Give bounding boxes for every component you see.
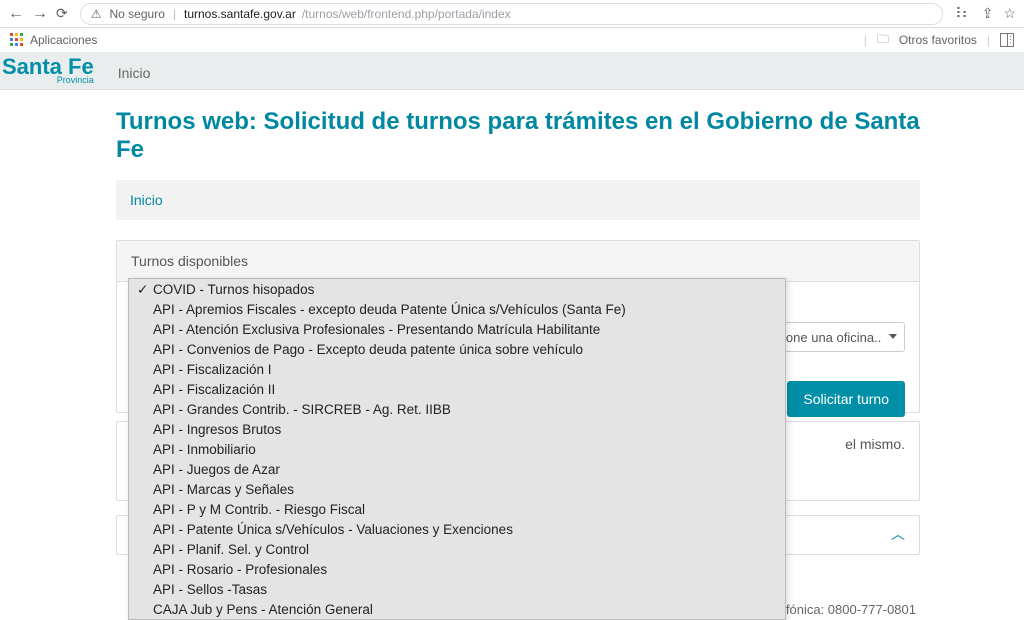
share-icon[interactable]: ⇪ — [982, 5, 994, 22]
apps-label[interactable]: Aplicaciones — [30, 33, 97, 47]
site-logo[interactable]: Santa Fe Provincia — [2, 56, 94, 87]
bookmark-divider-2: | — [987, 33, 990, 47]
address-bar[interactable]: ⚠ No seguro | turnos.santafe.gov.ar/turn… — [80, 3, 943, 25]
dropdown-option[interactable]: API - Ingresos Brutos — [129, 419, 785, 439]
dropdown-option[interactable]: API - Rosario - Profesionales — [129, 559, 785, 579]
url-path: /turnos/web/frontend.php/portada/index — [302, 7, 511, 21]
dropdown-option[interactable]: API - Fiscalización I — [129, 359, 785, 379]
dropdown-option[interactable]: API - Inmobiliario — [129, 439, 785, 459]
insecure-icon: ⚠ — [91, 7, 102, 21]
apps-icon[interactable] — [10, 33, 24, 47]
dropdown-option[interactable]: COVID - Turnos hisopados — [129, 279, 785, 299]
panel-header: Turnos disponibles — [117, 241, 919, 282]
back-button[interactable]: ← — [8, 5, 24, 23]
dropdown-option[interactable]: API - Atención Exclusiva Profesionales -… — [129, 319, 785, 339]
dropdown-option[interactable]: API - Marcas y Señales — [129, 479, 785, 499]
dropdown-option[interactable]: API - P y M Contrib. - Riesgo Fiscal — [129, 499, 785, 519]
dropdown-option[interactable]: API - Planif. Sel. y Control — [129, 539, 785, 559]
tramite-dropdown-list[interactable]: COVID - Turnos hisopadosAPI - Apremios F… — [128, 278, 786, 620]
dropdown-option[interactable]: CAJA Jub y Pens - Atención General — [129, 599, 785, 619]
url-host: turnos.santafe.gov.ar — [184, 7, 296, 21]
browser-toolbar: ← → ⟳ ⚠ No seguro | turnos.santafe.gov.a… — [0, 0, 1024, 28]
reading-list-icon[interactable] — [1000, 33, 1014, 47]
dropdown-option[interactable]: API - Fiscalización II — [129, 379, 785, 399]
forward-button[interactable]: → — [32, 5, 48, 23]
breadcrumb: Inicio — [116, 180, 920, 220]
site-header: Santa Fe Provincia Inicio — [0, 52, 1024, 90]
other-bookmarks[interactable]: Otros favoritos — [899, 33, 977, 47]
dropdown-option[interactable]: API - Patente Única s/Vehículos - Valuac… — [129, 519, 785, 539]
page-title: Turnos web: Solicitud de turnos para trá… — [116, 108, 920, 164]
solicitar-turno-button[interactable]: Solicitar turno — [787, 381, 905, 417]
dropdown-option[interactable]: API - Sellos -Tasas — [129, 579, 785, 599]
security-label: No seguro — [110, 7, 165, 21]
star-icon[interactable]: ☆ — [1003, 5, 1016, 22]
bookmarks-bar: Aplicaciones | 🗀 Otros favoritos | — [0, 28, 1024, 52]
nav-home[interactable]: Inicio — [118, 65, 151, 87]
translate-icon[interactable]: ⠸⠆ — [951, 5, 972, 22]
dropdown-option[interactable]: API - Apremios Fiscales - excepto deuda … — [129, 299, 785, 319]
breadcrumb-home[interactable]: Inicio — [130, 192, 163, 208]
chevron-up-icon[interactable]: ︿ — [891, 524, 905, 544]
url-separator: | — [173, 7, 176, 21]
dropdown-option[interactable]: API - Juegos de Azar — [129, 459, 785, 479]
folder-icon: 🗀 — [877, 30, 889, 51]
bookmark-divider: | — [864, 33, 867, 47]
dropdown-option[interactable]: API - Grandes Contrib. - SIRCREB - Ag. R… — [129, 399, 785, 419]
dropdown-option[interactable]: API - Convenios de Pago - Excepto deuda … — [129, 339, 785, 359]
reload-button[interactable]: ⟳ — [56, 5, 68, 22]
